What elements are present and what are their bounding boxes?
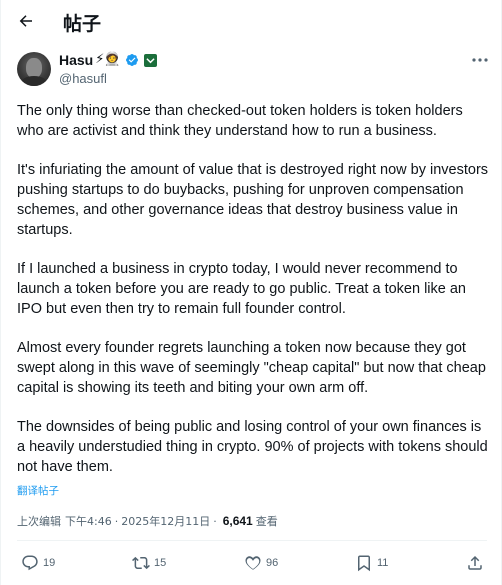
repost-button[interactable]: 15 bbox=[132, 552, 166, 574]
reply-button[interactable]: 19 bbox=[21, 552, 55, 574]
repost-icon bbox=[132, 556, 150, 570]
repost-count: 15 bbox=[154, 557, 167, 569]
post-metadata: 上次编辑 下午4:46 · 2025年12月11日 · 6,641 查看 bbox=[17, 513, 278, 529]
author-display-name[interactable]: Hasu bbox=[59, 52, 93, 68]
author-name-emojis: ⚡🧑‍🚀 bbox=[95, 52, 121, 67]
meta-separator: · bbox=[114, 514, 119, 528]
author-handle[interactable]: @hasufl bbox=[59, 71, 107, 86]
like-count: 96 bbox=[266, 557, 279, 569]
share-button[interactable] bbox=[466, 552, 484, 574]
affiliate-badge-icon[interactable] bbox=[143, 53, 157, 67]
views-count: 6,641 bbox=[222, 514, 253, 528]
bookmark-button[interactable]: 11 bbox=[355, 552, 388, 574]
action-bar: 19 15 96 11 bbox=[1, 552, 502, 576]
avatar[interactable] bbox=[17, 52, 51, 86]
translate-post-link[interactable]: 翻译帖子 bbox=[17, 483, 59, 498]
tweet-paragraph: It's infuriating the amount of value tha… bbox=[17, 162, 489, 238]
verified-badge-icon bbox=[125, 54, 138, 66]
page-title: 帖子 bbox=[63, 13, 102, 35]
reply-count: 19 bbox=[43, 557, 56, 569]
tweet-paragraph: If I launched a business in crypto today… bbox=[17, 261, 466, 317]
tweet-paragraph: Almost every founder regrets launching a… bbox=[17, 340, 486, 396]
meta-separator: · bbox=[213, 514, 217, 528]
author-name-row: Hasu ⚡🧑‍🚀 bbox=[59, 52, 157, 68]
more-options-button[interactable] bbox=[469, 52, 491, 68]
more-horizontal-icon bbox=[472, 58, 488, 62]
back-button[interactable] bbox=[11, 6, 41, 36]
arrow-left-icon bbox=[19, 15, 32, 27]
tweet-paragraph: The downsides of being public and losing… bbox=[17, 419, 488, 475]
page-header: 帖子 bbox=[1, 0, 502, 42]
bookmark-icon bbox=[358, 555, 370, 572]
edited-label[interactable]: 上次编辑 bbox=[17, 513, 61, 529]
tweet-paragraph: The only thing worse than checked-out to… bbox=[17, 103, 463, 139]
bookmark-count: 11 bbox=[377, 557, 389, 569]
share-icon bbox=[468, 555, 482, 570]
heart-icon bbox=[245, 556, 261, 570]
reply-icon bbox=[22, 555, 38, 571]
post-date[interactable]: 2025年12月11日 bbox=[121, 513, 210, 529]
tweet-text: The only thing worse than checked-out to… bbox=[17, 101, 493, 477]
divider bbox=[17, 540, 487, 541]
like-button[interactable]: 96 bbox=[244, 552, 278, 574]
views-label: 查看 bbox=[255, 515, 278, 528]
post-detail-view: 帖子 Hasu ⚡🧑‍🚀 @hasufl The only thing wors… bbox=[0, 0, 502, 585]
post-time[interactable]: 下午4:46 bbox=[65, 513, 112, 529]
